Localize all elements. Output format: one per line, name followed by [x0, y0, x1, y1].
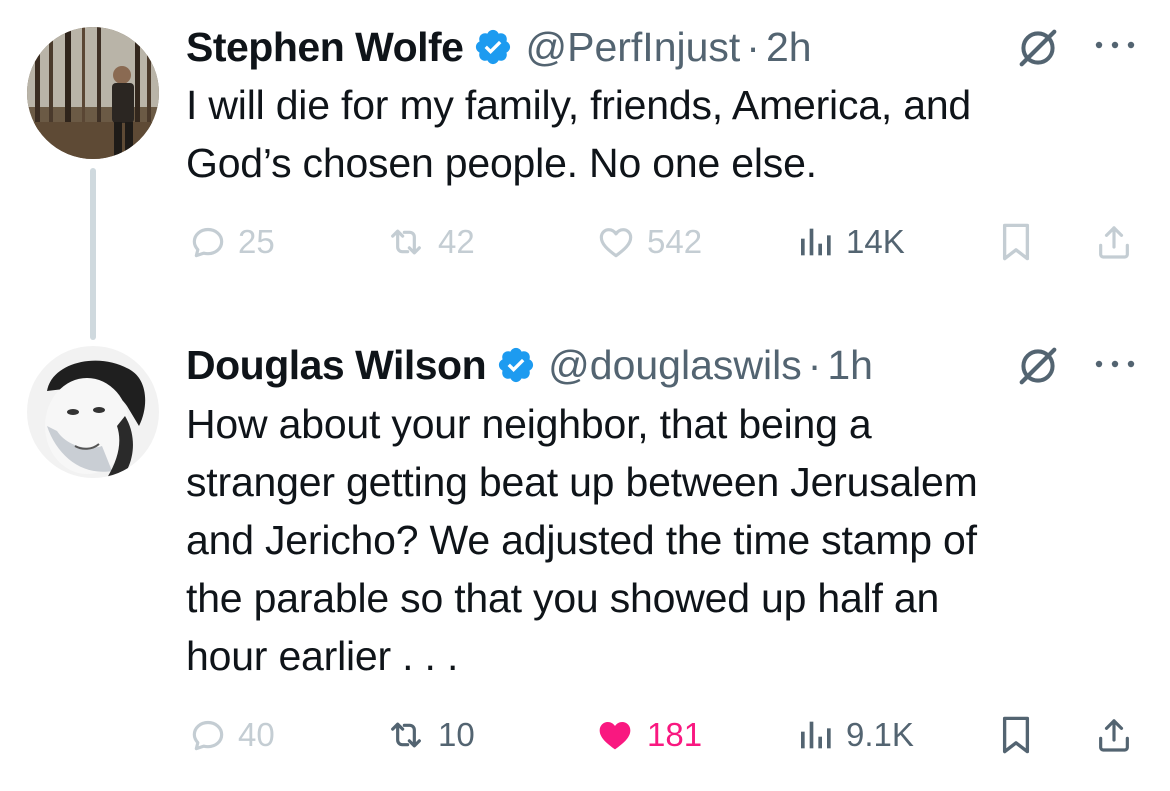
views-icon — [801, 228, 831, 256]
action-bar: 25 42 542 14K — [0, 212, 1170, 272]
tweet-text-line: I will die for my family, friends, Ameri… — [186, 82, 972, 128]
like-button[interactable]: 181 — [593, 705, 702, 765]
avatar-photo — [27, 27, 159, 159]
tweet-text-line: and Jericho? We adjusted the time stamp … — [186, 517, 977, 563]
verified-badge-icon — [476, 29, 511, 65]
tweet-stephen-wolfe[interactable]: Stephen Wolfe @PerfInjust · 2h I will di… — [0, 0, 1170, 340]
author-name[interactable]: Douglas Wilson — [186, 342, 487, 389]
repost-count: 42 — [438, 223, 475, 260]
tweet-header: Stephen Wolfe @PerfInjust · 2h — [186, 22, 812, 72]
tweet-text: I will die for my family, friends, Ameri… — [186, 76, 1126, 192]
like-icon — [599, 228, 633, 258]
bookmark-icon — [1002, 716, 1030, 754]
bookmark-button[interactable] — [998, 705, 1034, 765]
avatar[interactable] — [27, 27, 159, 159]
grok-icon[interactable] — [1015, 25, 1061, 71]
repost-icon — [391, 229, 421, 255]
views-count: 9.1K — [846, 716, 914, 753]
reply-icon — [192, 227, 224, 258]
share-button[interactable] — [1094, 705, 1134, 765]
repost-icon — [391, 722, 421, 748]
tweet-text-line: How about your neighbor, that being a — [186, 401, 872, 447]
verified-badge-icon — [499, 347, 534, 383]
separator-dot: · — [807, 341, 822, 388]
views-button[interactable]: 14K — [796, 212, 905, 272]
like-count: 542 — [647, 223, 703, 260]
author-name[interactable]: Stephen Wolfe — [186, 24, 464, 71]
avatar-photo — [27, 346, 159, 478]
author-handle[interactable]: @douglaswils — [548, 342, 802, 389]
views-button[interactable]: 9.1K — [796, 705, 914, 765]
tweet-header: Douglas Wilson @douglaswils · 1h — [186, 340, 873, 390]
tweet-text-line: stranger getting beat up between Jerusal… — [186, 459, 978, 505]
tweet-text-line: hour earlier . . . — [186, 633, 459, 679]
tweet-douglas-wilson[interactable]: Douglas Wilson @douglaswils · 1h How abo… — [0, 320, 1170, 791]
bookmark-button[interactable] — [998, 212, 1034, 272]
like-count: 181 — [647, 716, 703, 753]
repost-button[interactable]: 42 — [384, 212, 475, 272]
tweet-text-line: God’s chosen people. No one else. — [186, 140, 817, 186]
author-handle[interactable]: @PerfInjust — [525, 24, 740, 71]
repost-button[interactable]: 10 — [384, 705, 475, 765]
reply-button[interactable]: 25 — [188, 212, 275, 272]
bookmark-icon — [1002, 223, 1030, 261]
tweet-text: How about your neighbor, that being a st… — [186, 395, 1126, 685]
timestamp[interactable]: 1h — [827, 342, 873, 389]
reply-count: 25 — [238, 223, 275, 260]
share-icon — [1099, 226, 1129, 259]
tweet-text-line: the parable so that you showed up half a… — [186, 575, 940, 621]
separator-dot: · — [746, 23, 760, 70]
views-icon — [801, 721, 831, 749]
repost-count: 10 — [438, 716, 475, 753]
more-icon[interactable] — [1091, 35, 1139, 55]
reply-count: 40 — [238, 716, 275, 753]
action-bar: 40 10 181 9.1K — [0, 705, 1170, 765]
like-icon — [599, 722, 631, 750]
reply-button[interactable]: 40 — [188, 705, 275, 765]
reply-icon — [192, 720, 224, 751]
timestamp[interactable]: 2h — [766, 24, 812, 71]
avatar[interactable] — [27, 346, 159, 478]
views-count: 14K — [846, 223, 905, 260]
share-icon — [1099, 719, 1129, 752]
more-icon[interactable] — [1091, 354, 1139, 374]
like-button[interactable]: 542 — [595, 212, 702, 272]
share-button[interactable] — [1094, 212, 1134, 272]
grok-icon[interactable] — [1015, 343, 1061, 389]
